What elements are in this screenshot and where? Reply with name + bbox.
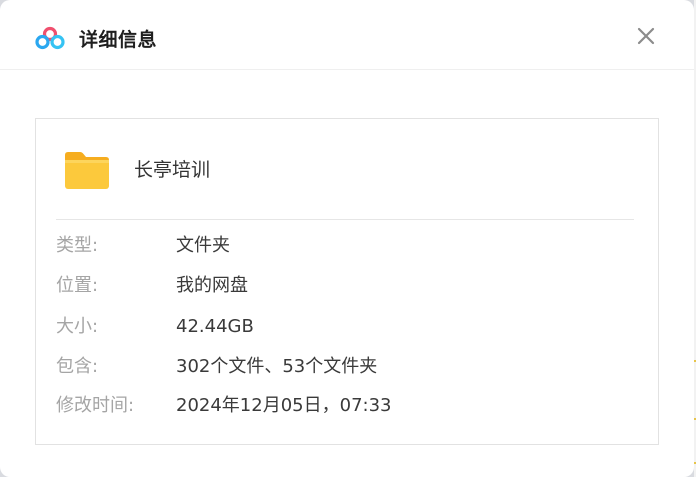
baidu-netdisk-logo-icon: [35, 26, 65, 50]
close-icon[interactable]: [630, 20, 662, 52]
dialog-title: 详细信息: [79, 29, 158, 51]
detail-value-modified: 2024年12月05日，07:33: [176, 395, 392, 416]
detail-row-size: 大小: 42.44GB: [56, 314, 636, 340]
detail-value-type: 文件夹: [176, 235, 230, 256]
detail-label-size: 大小:: [56, 316, 99, 337]
detail-row-contains: 包含: 302个文件、53个文件夹: [56, 354, 636, 380]
folder-name: 长亭培训: [134, 159, 211, 181]
detail-value-location: 我的网盘: [176, 275, 248, 296]
details-dialog: 详细信息 长亭培训 类型: 文件夹 位置: 我的网盘 大小: 42.44GB 包…: [0, 0, 694, 477]
detail-label-contains: 包含:: [56, 356, 99, 377]
dialog-header: 详细信息: [0, 0, 694, 70]
details-card: 长亭培训 类型: 文件夹 位置: 我的网盘 大小: 42.44GB 包含: 30…: [35, 118, 659, 445]
detail-row-modified: 修改时间: 2024年12月05日，07:33: [56, 393, 636, 419]
detail-row-type: 类型: 文件夹: [56, 233, 636, 259]
detail-value-contains: 302个文件、53个文件夹: [176, 356, 378, 377]
divider: [56, 219, 634, 220]
detail-label-modified: 修改时间:: [56, 395, 135, 416]
detail-row-location: 位置: 我的网盘: [56, 273, 636, 299]
detail-label-type: 类型:: [56, 235, 99, 256]
detail-label-location: 位置:: [56, 275, 99, 296]
detail-value-size: 42.44GB: [176, 316, 254, 337]
folder-icon: [65, 152, 109, 189]
